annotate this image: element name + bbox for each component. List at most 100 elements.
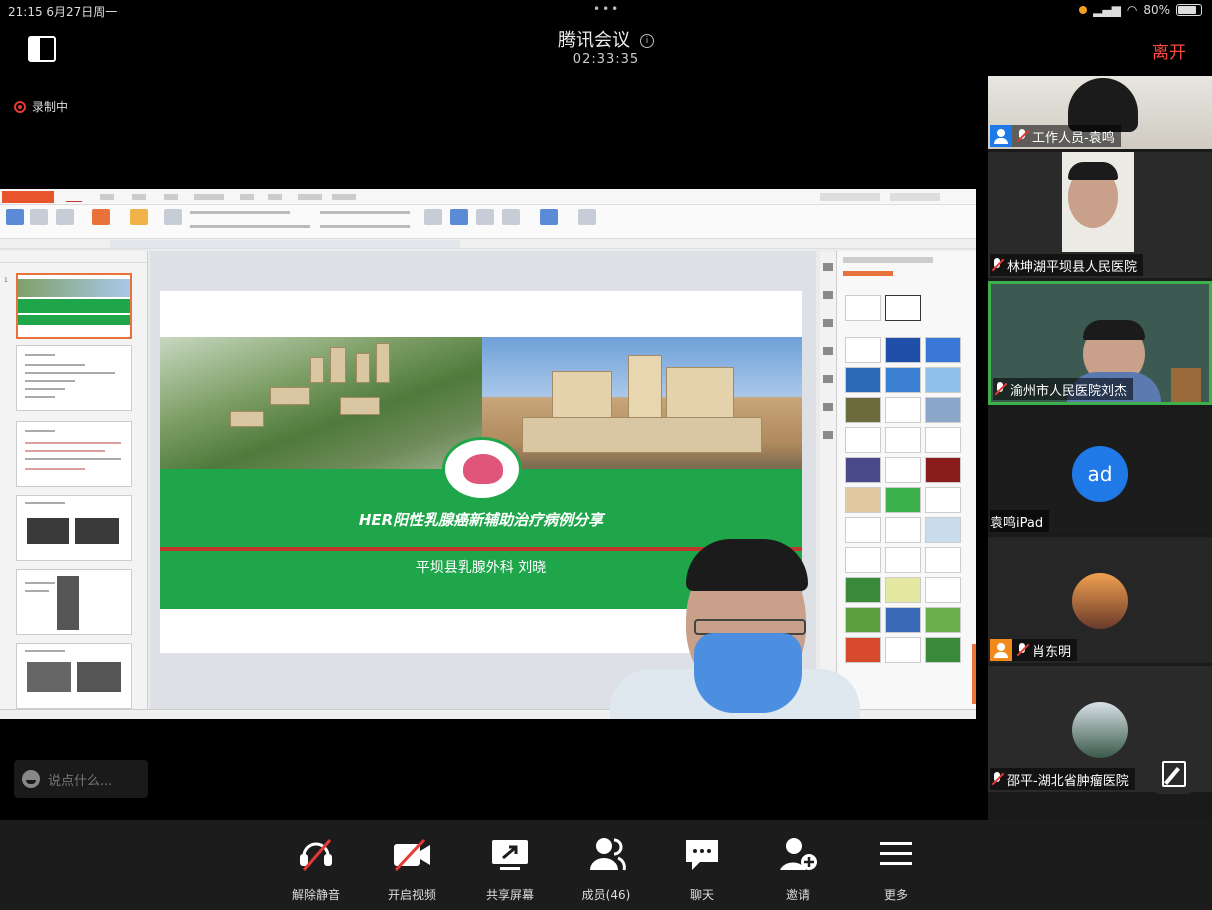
- info-icon[interactable]: i: [640, 34, 654, 48]
- toolbar-label: 聊天: [689, 888, 714, 902]
- screen-share-icon: [492, 840, 528, 870]
- chat-input[interactable]: 说点什么...: [14, 760, 148, 798]
- template-thumbnail[interactable]: [925, 517, 961, 543]
- font-select: [190, 211, 290, 214]
- template-thumbnail[interactable]: [845, 295, 881, 321]
- share-screen-button[interactable]: 共享屏幕: [470, 834, 550, 903]
- meeting-header: 腾讯会议 i 02:33:35 离开: [0, 22, 1212, 76]
- recording-indicator-dot: [1079, 6, 1088, 14]
- shape-icon: [450, 209, 468, 225]
- template-thumbnail[interactable]: [885, 547, 921, 573]
- template-thumbnail[interactable]: [925, 427, 961, 453]
- members-icon: [590, 838, 626, 871]
- meeting-timer: 02:33:35: [572, 52, 640, 67]
- template-thumbnail[interactable]: [925, 457, 961, 483]
- participant-name: 工作人员-袁鸣: [1032, 130, 1115, 146]
- invite-button[interactable]: 邀请: [758, 834, 838, 903]
- template-thumbnail[interactable]: [925, 367, 961, 393]
- slide-thumbnail[interactable]: [16, 495, 132, 561]
- side-tool-icon[interactable]: [823, 291, 833, 299]
- slide-thumbnail[interactable]: [16, 569, 132, 635]
- template-thumbnail[interactable]: [925, 487, 961, 513]
- template-thumbnail[interactable]: [885, 397, 921, 423]
- template-thumbnail[interactable]: [885, 487, 921, 513]
- avatar: [1072, 573, 1128, 629]
- template-thumbnail[interactable]: [885, 457, 921, 483]
- side-tool-icon[interactable]: [823, 375, 833, 383]
- template-thumbnail[interactable]: [885, 367, 921, 393]
- ppt-tab: [164, 194, 178, 200]
- template-thumbnail[interactable]: [925, 637, 961, 663]
- template-thumbnail[interactable]: [925, 607, 961, 633]
- select-icon: [578, 209, 596, 225]
- side-tool-icon[interactable]: [823, 431, 833, 439]
- template-thumbnail[interactable]: [845, 457, 881, 483]
- slide-title: HER阳性乳腺癌新辅助治疗病例分享: [358, 511, 604, 529]
- template-thumbnail[interactable]: [925, 337, 961, 363]
- toolbar-label: 更多: [883, 888, 908, 902]
- participant-tile-active-speaker[interactable]: 渝州市人民医院刘杰: [988, 281, 1212, 405]
- participant-tile[interactable]: 工作人员-袁鸣: [988, 76, 1212, 149]
- meeting-title-row[interactable]: 腾讯会议 i: [0, 26, 1212, 52]
- mic-muted-icon: [300, 839, 332, 871]
- template-thumbnail[interactable]: [845, 397, 881, 423]
- template-thumbnail[interactable]: [885, 427, 921, 453]
- side-tool-icon[interactable]: [823, 403, 833, 411]
- participant-tile[interactable]: 林坤湖平坝县人民医院: [988, 152, 1212, 278]
- slide-thumbnail[interactable]: [16, 273, 132, 339]
- unmute-button[interactable]: 解除静音: [276, 834, 356, 903]
- emoji-icon[interactable]: [22, 770, 40, 788]
- leave-button[interactable]: 离开: [1152, 38, 1186, 63]
- side-tool-icon[interactable]: [823, 319, 833, 327]
- user-icon: [990, 125, 1012, 147]
- toolbar-label: 成员(46): [581, 888, 631, 902]
- template-thumbnail[interactable]: [845, 427, 881, 453]
- participant-tile[interactable]: ad 袁鸣iPad: [988, 408, 1212, 534]
- annotate-icon[interactable]: [1152, 752, 1194, 794]
- ppt-tab: [332, 194, 356, 200]
- side-tool-icon[interactable]: [823, 347, 833, 355]
- template-thumbnail[interactable]: [925, 577, 961, 603]
- participant-tile[interactable]: 肖东明: [988, 537, 1212, 663]
- multitask-dots[interactable]: •••: [593, 2, 620, 16]
- slide-thumbnail[interactable]: [16, 643, 132, 709]
- template-thumbnail[interactable]: [885, 295, 921, 321]
- participant-name-tag: 渝州市人民医院刘杰: [993, 378, 1134, 400]
- template-thumbnail[interactable]: [925, 547, 961, 573]
- template-thumbnail[interactable]: [885, 517, 921, 543]
- ppt-document-tabs: [0, 239, 976, 249]
- campus-aerial-photo: [160, 337, 482, 469]
- wifi-icon: ◠: [1126, 3, 1138, 17]
- participant-name-tag: 工作人员-袁鸣: [990, 125, 1121, 147]
- ppt-scrollbar[interactable]: [972, 644, 976, 704]
- side-tool-icon[interactable]: [823, 263, 833, 271]
- template-thumbnail[interactable]: [885, 337, 921, 363]
- more-button[interactable]: 更多: [856, 834, 936, 903]
- mic-muted-icon: [1015, 643, 1029, 657]
- participant-name-tag: 林坤湖平坝县人民医院: [990, 254, 1144, 276]
- template-thumbnail[interactable]: [845, 367, 881, 393]
- chat-placeholder: 说点什么...: [48, 773, 113, 789]
- avatar: ad: [1072, 446, 1128, 502]
- meeting-toolbar: 解除静音 开启视频 共享屏幕 成员(46) 聊天 邀请 更多: [0, 820, 1212, 910]
- status-indicators: ▂▄▆ ◠ 80%: [1079, 3, 1202, 17]
- slide-thumbnail-panel: 1: [0, 251, 148, 709]
- slide-thumbnail[interactable]: [16, 345, 132, 411]
- template-thumbnail[interactable]: [845, 487, 881, 513]
- template-thumbnail[interactable]: [885, 607, 921, 633]
- template-thumbnail[interactable]: [885, 637, 921, 663]
- ppt-tab-active: [66, 192, 82, 202]
- template-thumbnail[interactable]: [845, 337, 881, 363]
- toolbar-label: 邀请: [785, 888, 810, 902]
- template-thumbnail[interactable]: [925, 397, 961, 423]
- mic-muted-icon: [990, 258, 1004, 272]
- start-video-button[interactable]: 开启视频: [372, 834, 452, 903]
- chat-button[interactable]: 聊天: [662, 834, 742, 903]
- avatar: [1072, 702, 1128, 758]
- slide-thumbnail[interactable]: [16, 421, 132, 487]
- thumbnail-panel-header: [0, 251, 147, 263]
- ppt-titlebar: [0, 189, 976, 205]
- template-thumbnail[interactable]: [885, 577, 921, 603]
- ppt-tab: [100, 194, 114, 200]
- members-button[interactable]: 成员(46): [566, 834, 646, 903]
